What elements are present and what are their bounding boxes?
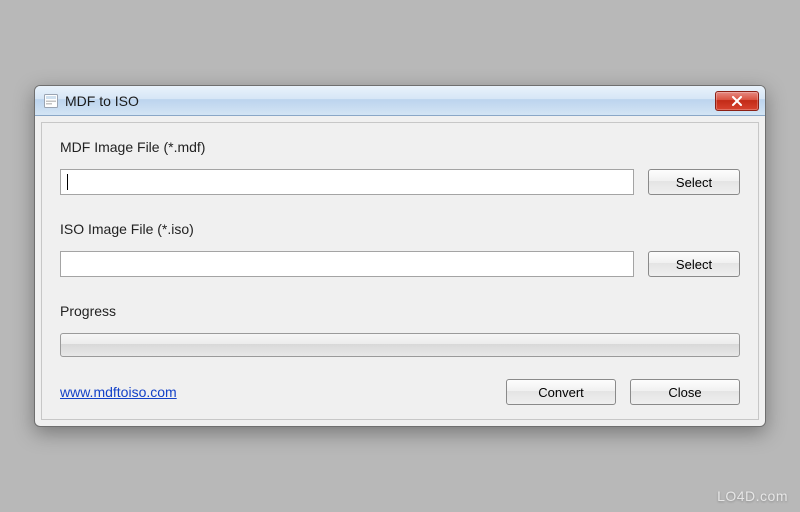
app-window: MDF to ISO MDF Image File (*.mdf) Select… bbox=[34, 85, 766, 427]
mdf-input[interactable] bbox=[60, 169, 634, 195]
mdf-select-button[interactable]: Select bbox=[648, 169, 740, 195]
titlebar: MDF to ISO bbox=[35, 86, 765, 116]
mdf-row: Select bbox=[60, 169, 740, 195]
iso-row: Select bbox=[60, 251, 740, 277]
app-icon bbox=[43, 93, 59, 109]
window-title: MDF to ISO bbox=[65, 93, 715, 109]
window-close-button[interactable] bbox=[715, 91, 759, 111]
progress-label: Progress bbox=[60, 303, 740, 319]
close-icon bbox=[731, 96, 743, 106]
iso-field-label: ISO Image File (*.iso) bbox=[60, 221, 740, 237]
website-link[interactable]: www.mdftoiso.com bbox=[60, 384, 177, 400]
iso-select-button[interactable]: Select bbox=[648, 251, 740, 277]
progress-bar bbox=[60, 333, 740, 357]
text-caret bbox=[67, 174, 68, 190]
client-area: MDF Image File (*.mdf) Select ISO Image … bbox=[41, 122, 759, 420]
iso-input[interactable] bbox=[60, 251, 634, 277]
convert-button[interactable]: Convert bbox=[506, 379, 616, 405]
close-button[interactable]: Close bbox=[630, 379, 740, 405]
watermark: LO4D.com bbox=[717, 488, 788, 504]
footer: www.mdftoiso.com Convert Close bbox=[60, 379, 740, 405]
progress-section: Progress bbox=[60, 303, 740, 357]
mdf-field-label: MDF Image File (*.mdf) bbox=[60, 139, 740, 155]
